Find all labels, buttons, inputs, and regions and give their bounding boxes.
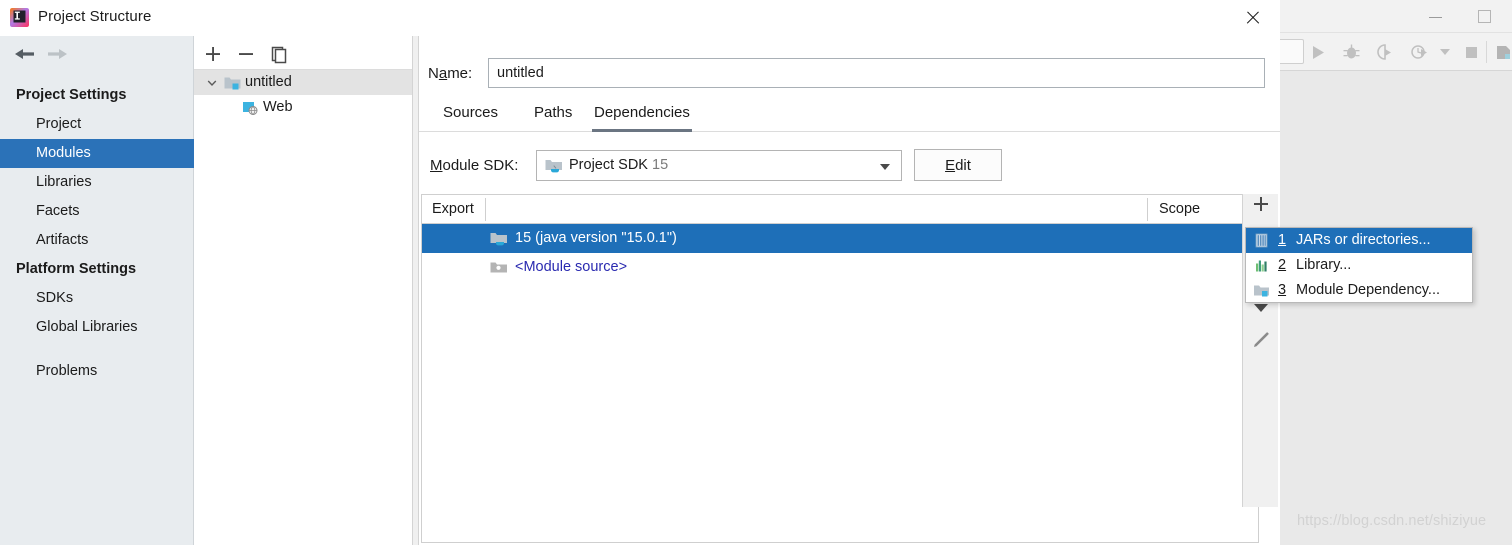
- menu-item-jars-or-directories[interactable]: 1 JARs or directories...: [1246, 228, 1472, 253]
- menu-item-label: Library...: [1296, 257, 1352, 273]
- module-name-row: Name:: [419, 46, 1280, 90]
- tree-node-label: untitled: [245, 74, 292, 90]
- module-sdk-row: Module SDK: Project SDK 15 Edit: [419, 146, 1280, 186]
- module-tree-panel: untitled Web: [194, 36, 412, 545]
- ide-titlebar: [1280, 0, 1512, 33]
- sidebar-item-libraries[interactable]: Libraries: [0, 168, 194, 197]
- sidebar-item-sdks[interactable]: SDKs: [0, 284, 194, 313]
- dependency-name: 15 (java version "15.0.1"): [515, 230, 677, 246]
- column-divider[interactable]: [485, 198, 486, 221]
- screen-root: https://blog.csdn.net/shiziyue Project S…: [0, 0, 1512, 545]
- module-detail-panel: Name: Sources Paths Dependencies Module …: [419, 36, 1280, 545]
- jar-file-icon: [1253, 232, 1270, 249]
- sdk-folder-icon: [545, 157, 563, 175]
- settings-sidebar: Project Settings Project Modules Librari…: [0, 36, 194, 545]
- name-label: Name:: [428, 65, 473, 82]
- tab-paths[interactable]: Paths: [532, 96, 574, 132]
- nav-group-project-settings: Project Settings: [16, 87, 127, 103]
- run-icon[interactable]: [1308, 43, 1327, 62]
- minus-icon[interactable]: [235, 43, 257, 65]
- debug-icon[interactable]: [1342, 43, 1361, 62]
- module-tabs: Sources Paths Dependencies: [419, 96, 1280, 132]
- ide-run-toolbar: [1274, 33, 1512, 71]
- module-sdk-select[interactable]: Project SDK 15: [536, 150, 902, 181]
- module-tree-toolbar: [194, 36, 412, 70]
- menu-item-library[interactable]: 2 Library...: [1246, 253, 1472, 278]
- dependency-name: <Module source>: [515, 259, 628, 275]
- tab-dependencies[interactable]: Dependencies: [592, 96, 692, 132]
- close-icon[interactable]: [1236, 2, 1270, 34]
- chevron-down-icon[interactable]: [880, 164, 890, 170]
- ide-editor-surface: [1280, 71, 1512, 545]
- tab-sources[interactable]: Sources: [441, 96, 500, 132]
- watermark: https://blog.csdn.net/shiziyue: [1297, 513, 1487, 529]
- module-sdk-label: Module SDK:: [430, 157, 519, 174]
- project-structure-dialog: Project Structure Project Settings Proje…: [0, 0, 1473, 545]
- stop-icon[interactable]: [1462, 43, 1481, 62]
- toolbar-divider: [1486, 41, 1487, 63]
- sidebar-item-facets[interactable]: Facets: [0, 197, 194, 226]
- ide-editor-area: [1280, 71, 1512, 545]
- edit-sdk-button[interactable]: Edit: [914, 149, 1002, 181]
- edit-dependency-button[interactable]: [1249, 328, 1273, 352]
- nav-history-controls: [0, 36, 194, 71]
- column-divider[interactable]: [1147, 198, 1148, 221]
- tree-node-web[interactable]: Web: [194, 95, 412, 120]
- library-chart-icon: [1253, 257, 1270, 274]
- sidebar-item-problems[interactable]: Problems: [0, 357, 194, 386]
- column-header-export[interactable]: Export: [432, 195, 474, 223]
- sidebar-item-global-libraries[interactable]: Global Libraries: [0, 313, 194, 342]
- dialog-titlebar: Project Structure: [0, 0, 1280, 36]
- intellij-logo-icon: [10, 8, 29, 27]
- menu-item-mnemonic: 1: [1278, 232, 1287, 248]
- nav-group-platform-settings: Platform Settings: [16, 261, 137, 277]
- module-tree-rows: untitled Web: [194, 70, 412, 120]
- chevron-down-icon[interactable]: [207, 78, 217, 88]
- menu-item-mnemonic: 2: [1278, 257, 1287, 273]
- sidebar-item-project[interactable]: Project: [0, 110, 194, 139]
- menu-item-label: JARs or directories...: [1296, 232, 1431, 248]
- menu-item-mnemonic: 3: [1278, 282, 1287, 298]
- add-dependency-button[interactable]: [1249, 192, 1273, 216]
- dependencies-table-header: Export Scope: [422, 195, 1258, 224]
- copy-icon[interactable]: [268, 43, 290, 65]
- column-header-scope[interactable]: Scope: [1159, 195, 1200, 223]
- dependencies-table-body: 15 (java version "15.0.1") <Module sourc…: [422, 224, 1258, 282]
- sidebar-item-artifacts[interactable]: Artifacts: [0, 226, 194, 255]
- jdk-folder-icon: [490, 230, 508, 248]
- tree-node-untitled[interactable]: untitled: [194, 70, 412, 95]
- module-folder-icon: [1253, 282, 1270, 299]
- dropdown-caret-icon[interactable]: [1438, 46, 1452, 58]
- run-with-coverage-icon[interactable]: [1376, 43, 1395, 62]
- module-source-icon: [490, 259, 508, 277]
- page-title: Project Structure: [38, 8, 152, 25]
- arrow-left-icon[interactable]: [8, 45, 42, 63]
- dependencies-table: Export Scope 15 (java version "15.0.1") …: [421, 194, 1259, 543]
- minimize-icon[interactable]: [1426, 8, 1446, 24]
- add-dependency-menu: 1 JARs or directories... 2 Library... 3 …: [1245, 227, 1473, 303]
- sidebar-item-modules[interactable]: Modules: [0, 139, 194, 168]
- module-folder-icon: [224, 75, 241, 90]
- tree-node-label: Web: [263, 99, 293, 115]
- web-facet-icon: [242, 100, 259, 115]
- menu-item-module-dependency[interactable]: 3 Module Dependency...: [1246, 278, 1472, 303]
- app-icon[interactable]: [1494, 43, 1512, 62]
- arrow-right-icon: [40, 45, 74, 63]
- table-row[interactable]: <Module source>: [422, 253, 1258, 282]
- panel-splitter[interactable]: [412, 36, 419, 545]
- maximize-icon[interactable]: [1476, 8, 1492, 24]
- menu-item-label: Module Dependency...: [1296, 282, 1441, 298]
- module-sdk-value: Project SDK 15: [569, 157, 669, 173]
- profile-icon[interactable]: [1410, 43, 1429, 62]
- plus-icon[interactable]: [202, 43, 224, 65]
- name-input[interactable]: [488, 58, 1265, 88]
- table-row[interactable]: 15 (java version "15.0.1"): [422, 224, 1258, 253]
